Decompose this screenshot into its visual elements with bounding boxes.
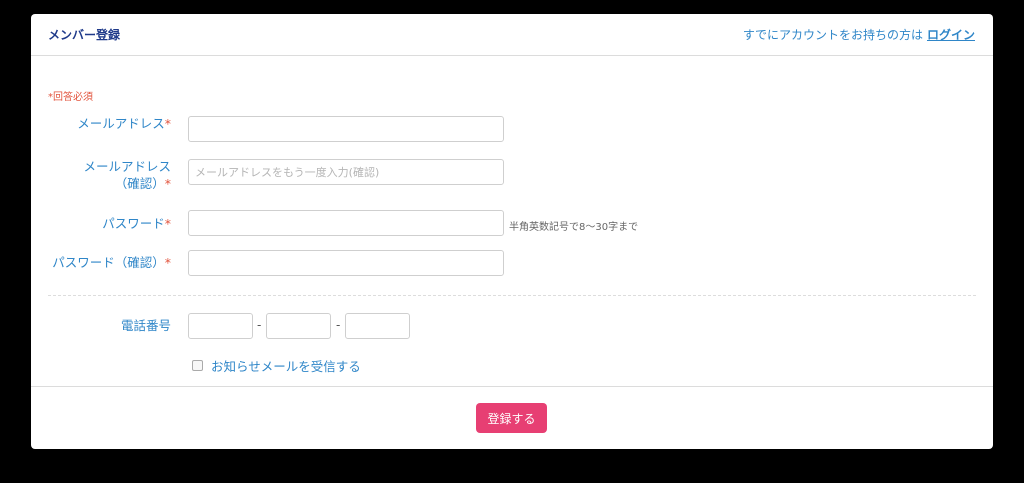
page-title: メンバー登録 [48,28,121,42]
email-confirm-label: メールアドレス （確認）* [83,158,171,192]
registration-panel: メンバー登録 すでにアカウントをお持ちの方は ログイン *回答必須 メールアドレス… [31,14,993,449]
phone-input-1[interactable] [188,313,253,339]
password-confirm-label-text: パスワード（確認） [52,255,165,270]
password-label-text: パスワード [102,216,165,231]
password-label: パスワード* [102,215,171,232]
phone-separator: - [257,318,262,332]
phone-label: 電話番号 [120,318,171,333]
password-input[interactable] [188,210,504,236]
email-label-text: メールアドレス [77,116,165,131]
password-confirm-label: パスワード（確認）* [52,254,171,271]
submit-button[interactable]: 登録する [476,403,547,433]
footer-divider [31,386,993,387]
required-note: *回答必須 [48,92,93,103]
required-mark: * [164,255,171,270]
required-mark: * [164,116,171,131]
password-confirm-input[interactable] [188,250,504,276]
password-hint: 半角英数記号で8～30字まで [509,222,639,233]
required-mark: * [164,216,171,231]
newsletter-label: お知らせメールを受信する [211,359,361,374]
phone-input-2[interactable] [266,313,331,339]
section-divider [48,295,976,296]
email-confirm-label-line1: メールアドレス [83,159,171,174]
login-link[interactable]: ログイン [927,28,975,42]
login-prompt: すでにアカウントをお持ちの方は ログイン [743,26,975,43]
required-mark: * [164,176,171,191]
phone-input-3[interactable] [345,313,410,339]
phone-separator: - [336,318,341,332]
newsletter-option[interactable]: お知らせメールを受信する [192,356,361,375]
panel-header: メンバー登録 すでにアカウントをお持ちの方は ログイン [31,14,993,56]
login-prompt-text: すでにアカウントをお持ちの方は [742,28,923,42]
email-input[interactable] [188,116,504,142]
email-label: メールアドレス* [77,115,171,132]
email-confirm-label-line2: （確認） [114,176,165,191]
newsletter-checkbox[interactable] [192,360,203,371]
email-confirm-input[interactable] [188,159,504,185]
